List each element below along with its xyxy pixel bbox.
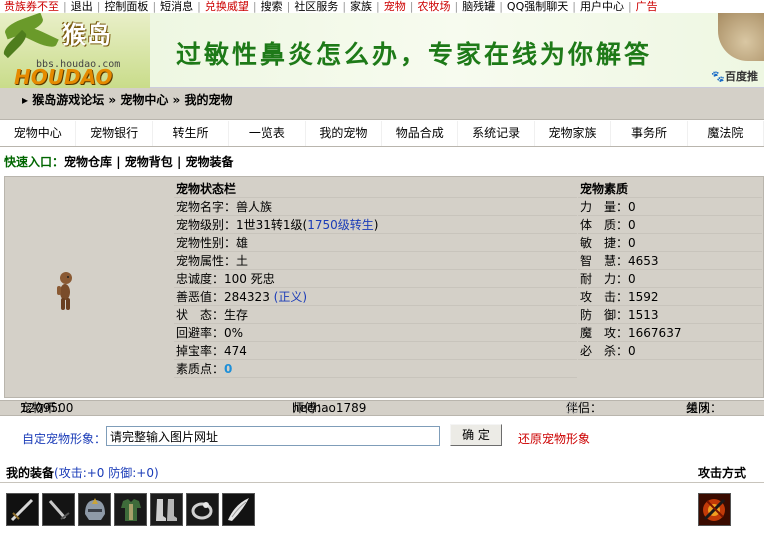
pet-traits: 宠物素质 力 量：0 体 质：0 敏 捷：0 智 慧：4653 耐 力：0 攻 … [578,180,762,360]
rebirth-level-link[interactable]: 1750级转生 [307,218,374,232]
trait-agility: 敏 捷：0 [578,234,762,252]
tab-menu: 宠物中心 宠物银行 转生所 一览表 我的宠物 物品合成 系统记录 宠物家族 事务… [0,121,764,147]
quick-link-warehouse[interactable]: 宠物仓库 [64,155,112,169]
breadcrumb-marker-icon: ▸ [22,93,33,107]
blade-icon[interactable] [222,493,255,526]
pet-sprite-icon [57,272,72,310]
trait-magic-attack: 魔 攻：1667637 [578,324,762,342]
dagger-icon[interactable] [42,493,75,526]
topnav-search[interactable]: 搜索 [257,0,287,13]
confirm-button[interactable]: 确 定 [450,424,502,446]
topnav-family[interactable]: 家族 [346,0,376,13]
tab-system-log[interactable]: 系统记录 [458,121,535,146]
ad-brand: 🐾百度推 [711,70,758,83]
topnav-exchange[interactable]: 兑换威望 [201,0,253,13]
breadcrumb-forum[interactable]: 猴岛游戏论坛 [32,93,104,107]
status-karma: 善恶值：284323 (正义) [174,288,577,306]
armor-icon[interactable] [114,493,147,526]
topnav-ads[interactable]: 广告 [632,0,662,13]
topnav-messages[interactable]: 短消息 [156,0,197,13]
equipment-slots [6,493,258,526]
points-value[interactable]: 0 [224,362,232,376]
status-evade: 回避率：0% [174,324,577,342]
equipment-title: 我的装备(攻击:+0 防御:+0) [6,466,159,480]
status-title: 宠物状态栏 [174,180,577,198]
status-attribute: 宠物属性：土 [174,252,577,270]
trait-defense: 防 御：1513 [578,306,762,324]
topnav-user-center[interactable]: 用户中心 [576,0,628,13]
trait-critical: 必 杀：0 [578,342,762,360]
trait-strength: 力 量：0 [578,198,762,216]
topnav-noble[interactable]: 贵族券不至 [0,0,63,13]
topnav-control-panel[interactable]: 控制面板 [100,0,152,13]
topnav-pet[interactable]: 宠物 [380,0,410,13]
status-level: 宠物级别：1世31转1级(1750级转生) [174,216,577,234]
top-nav: 贵族券不至 | 退出 | 控制面板 | 短消息 | 兑换威望 | 搜索 | 社区服务 | 家族 | 宠物 | 农牧场… [0,0,764,13]
quick-link-equipment[interactable]: 宠物装备 [186,155,234,169]
trait-endurance: 耐 力：0 [578,270,762,288]
ad-face-image [718,13,764,61]
restore-image-link[interactable]: 还原宠物形象 [518,430,590,447]
paw-icon: 🐾 [711,70,725,83]
tab-office[interactable]: 事务所 [611,121,688,146]
pet-portrait [7,180,172,397]
breadcrumb-my-pet: 我的宠物 [184,93,233,107]
sword-icon[interactable] [6,493,39,526]
breadcrumb-pet-center[interactable]: 宠物中心 [120,93,168,107]
tab-pet-center[interactable]: 宠物中心 [0,121,77,146]
tab-my-pet[interactable]: 我的宠物 [306,121,383,146]
status-points: 素质点：0 [174,360,577,378]
trait-attack: 攻 击：1592 [578,288,762,306]
topnav-brain-jar[interactable]: 脑残罐 [458,0,499,13]
helmet-icon[interactable] [78,493,111,526]
boots-icon[interactable] [150,493,183,526]
fire-strike-icon[interactable] [698,493,731,526]
site-logo[interactable]: 猴岛 bbs.houdao.com HOUDAO [0,13,150,88]
tab-pet-family[interactable]: 宠物家族 [535,121,612,146]
status-state: 状 态：生存 [174,306,577,324]
topnav-logout[interactable]: 退出 [67,0,97,13]
status-name: 宠物名字：兽人族 [174,198,577,216]
custom-image-label: 自定宠物形象： [22,432,107,446]
ad-text: 过敏性鼻炎怎么办，专家在线为你解答 [176,40,653,69]
logo-text-en: HOUDAO [14,65,113,88]
topnav-community[interactable]: 社区服务 [290,0,342,13]
status-gender: 宠物性别：雄 [174,234,577,252]
banner-ad[interactable]: 过敏性鼻炎怎么办，专家在线为你解答 🐾百度推 [150,13,764,88]
karma-tag: (正义) [273,290,308,304]
logo-text-cn: 猴岛 [62,21,112,49]
tab-rebirth[interactable]: 转生所 [153,121,230,146]
tab-item-synthesis[interactable]: 物品合成 [382,121,459,146]
image-url-input[interactable] [106,426,440,446]
pet-panel: 宠物状态栏 宠物名字：兽人族 宠物级别：1世31转1级(1750级转生) 宠物性… [4,176,764,398]
attack-mode-title: 攻击方式 [698,466,747,480]
custom-image-row: 自定宠物形象： 确 定 还原宠物形象 [0,423,764,453]
pet-status: 宠物状态栏 宠物名字：兽人族 宠物级别：1世31转1级(1750级转生) 宠物性… [174,180,577,378]
tab-pet-bank[interactable]: 宠物银行 [76,121,153,146]
quick-link-backpack[interactable]: 宠物背包 [125,155,173,169]
ring-icon[interactable] [186,493,219,526]
summary-bar: 宠物币： 1209500 师傅： hechao1789 伴侣：无 组队： 关闭 [0,400,764,416]
traits-title: 宠物素质 [578,180,762,198]
topnav-farm[interactable]: 农牧场 [413,0,454,13]
breadcrumb: ▸ 猴岛游戏论坛 » 宠物中心 » 我的宠物 [0,88,764,120]
quick-entry-label: 快速入口： [4,155,65,169]
tab-magic-hall[interactable]: 魔法院 [688,121,764,146]
topnav-qq-chat[interactable]: QQ强制聊天 [503,0,572,13]
status-loyalty: 忠诚度：100 死忠 [174,270,577,288]
trait-constitution: 体 质：0 [578,216,762,234]
divider [0,482,764,483]
equipment-bonus: (攻击:+0 防御:+0) [54,466,159,480]
tab-overview[interactable]: 一览表 [229,121,306,146]
quick-entry: 快速入口：宠物仓库 | 宠物背包 | 宠物装备 [4,155,234,169]
status-drop-rate: 掉宝率：474 [174,342,577,360]
trait-wisdom: 智 慧：4653 [578,252,762,270]
